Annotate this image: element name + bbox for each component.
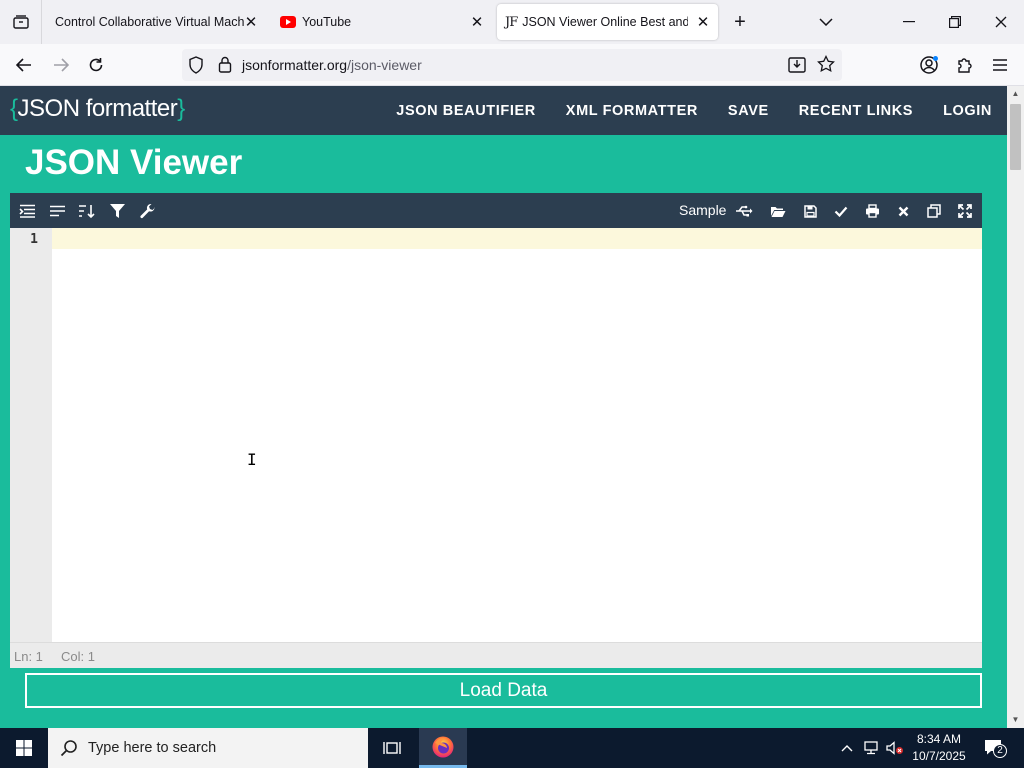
logo-close-brace: } bbox=[177, 95, 185, 122]
url-path: /json-viewer bbox=[347, 57, 422, 73]
task-view-icon bbox=[383, 742, 401, 754]
sort-icon[interactable] bbox=[76, 200, 98, 222]
scrollbar-thumb[interactable] bbox=[1010, 104, 1021, 170]
firefox-icon bbox=[432, 736, 454, 757]
site-nav: JSON BEAUTIFIER XML FORMATTER SAVE RECEN… bbox=[396, 86, 992, 135]
nav-recent-links[interactable]: RECENT LINKS bbox=[799, 103, 913, 119]
checkmark-validate-icon[interactable] bbox=[830, 200, 852, 222]
windows-logo-icon bbox=[16, 740, 32, 756]
back-arrow-icon[interactable] bbox=[11, 52, 37, 78]
url-text[interactable]: jsonformatter.org/json-viewer bbox=[242, 57, 422, 73]
lock-icon[interactable] bbox=[218, 56, 232, 78]
line-number-gutter: 1 bbox=[10, 228, 52, 642]
search-placeholder: Type here to search bbox=[88, 740, 217, 756]
system-clock[interactable]: 8:34 AM 10/7/2025 bbox=[905, 731, 973, 765]
shield-icon[interactable] bbox=[188, 56, 204, 79]
new-tab-plus-icon[interactable]: + bbox=[728, 10, 752, 34]
reload-icon[interactable] bbox=[83, 52, 109, 78]
chevron-up-icon[interactable] bbox=[838, 728, 856, 768]
browser-tab-strip: Control Collaborative Virtual Machine ✕ … bbox=[0, 0, 1024, 44]
page-title: JSON Viewer bbox=[25, 143, 243, 182]
tab-title: Control Collaborative Virtual Machine bbox=[55, 15, 245, 29]
format-indent-icon[interactable] bbox=[16, 200, 38, 222]
minimize-icon[interactable] bbox=[886, 0, 932, 44]
scroll-down-arrow-icon[interactable]: ▼ bbox=[1007, 712, 1024, 726]
tab-list-icon bbox=[12, 15, 29, 29]
url-domain: jsonformatter.org bbox=[242, 57, 348, 73]
wrench-icon[interactable] bbox=[136, 200, 158, 222]
extensions-puzzle-icon[interactable] bbox=[952, 52, 978, 78]
firefox-taskbar-app[interactable] bbox=[419, 728, 467, 768]
jsonformatter-favicon-icon: JF bbox=[505, 14, 518, 30]
task-view-button[interactable] bbox=[368, 728, 416, 768]
hamburger-menu-icon[interactable] bbox=[987, 52, 1013, 78]
tab-list-button[interactable] bbox=[0, 0, 42, 44]
tab-json-viewer-active[interactable]: JF JSON Viewer Online Best and Free ✕ bbox=[497, 4, 718, 40]
search-icon bbox=[60, 739, 78, 762]
compact-icon[interactable] bbox=[46, 200, 68, 222]
fullscreen-expand-icon[interactable] bbox=[954, 200, 976, 222]
logo-open-brace: { bbox=[10, 95, 18, 122]
windows-taskbar: Type here to search 8:34 AM 10/7/2025 2 bbox=[0, 728, 1024, 768]
url-bar[interactable]: jsonformatter.org/json-viewer bbox=[182, 49, 842, 81]
nav-xml-formatter[interactable]: XML FORMATTER bbox=[566, 103, 698, 119]
download-icon[interactable] bbox=[788, 56, 806, 78]
clear-x-icon[interactable] bbox=[892, 200, 914, 222]
filter-icon[interactable] bbox=[106, 200, 128, 222]
load-data-button[interactable]: Load Data bbox=[25, 673, 982, 708]
usb-icon[interactable] bbox=[733, 200, 755, 222]
editor-status-bar: Ln: 1 Col: 1 bbox=[10, 642, 982, 668]
site-header: {JSON formatter} JSON BEAUTIFIER XML FOR… bbox=[0, 86, 1007, 135]
youtube-favicon-icon bbox=[280, 16, 296, 28]
tab-youtube[interactable]: YouTube ✕ bbox=[270, 4, 492, 40]
close-icon[interactable]: ✕ bbox=[694, 13, 712, 31]
editor-active-line[interactable] bbox=[52, 228, 982, 249]
editor-toolbar: Sample bbox=[10, 193, 982, 228]
account-icon[interactable] bbox=[916, 52, 942, 78]
nav-save[interactable]: SAVE bbox=[728, 103, 769, 119]
line-number: 1 bbox=[30, 232, 38, 247]
chevron-down-icon[interactable] bbox=[814, 10, 838, 34]
web-page-content: {JSON formatter} JSON BEAUTIFIER XML FOR… bbox=[0, 86, 1007, 728]
tab-control-vm[interactable]: Control Collaborative Virtual Machine ✕ bbox=[44, 4, 266, 40]
sample-button[interactable]: Sample bbox=[679, 202, 726, 218]
clock-time: 8:34 AM bbox=[916, 732, 962, 746]
browser-navigation-bar: jsonformatter.org/json-viewer bbox=[0, 44, 1024, 86]
window-close-icon[interactable] bbox=[978, 0, 1024, 44]
tab-title: JSON Viewer Online Best and Free bbox=[522, 15, 689, 29]
folder-open-icon[interactable] bbox=[767, 200, 789, 222]
logo-text: JSON formatter bbox=[17, 95, 178, 122]
print-icon[interactable] bbox=[861, 200, 883, 222]
save-floppy-icon[interactable] bbox=[799, 200, 821, 222]
restore-icon[interactable] bbox=[932, 0, 978, 44]
scroll-up-arrow-icon[interactable]: ▲ bbox=[1007, 86, 1024, 100]
text-cursor-ibeam-icon: I bbox=[247, 450, 257, 469]
site-logo[interactable]: {JSON formatter} bbox=[10, 95, 185, 123]
nav-json-beautifier[interactable]: JSON BEAUTIFIER bbox=[396, 103, 536, 119]
taskbar-search-box[interactable]: Type here to search bbox=[48, 728, 368, 768]
bookmark-star-icon[interactable] bbox=[817, 54, 835, 78]
page-scrollbar[interactable]: ▲ ▼ bbox=[1007, 86, 1024, 728]
editor-text-area[interactable] bbox=[52, 249, 982, 642]
notification-center-button[interactable]: 2 bbox=[980, 728, 1008, 768]
notification-count-badge: 2 bbox=[993, 744, 1007, 758]
volume-muted-icon[interactable] bbox=[884, 728, 906, 768]
status-column: Col: 1 bbox=[61, 649, 95, 664]
clock-date: 10/7/2025 bbox=[912, 749, 966, 763]
close-icon[interactable]: ✕ bbox=[468, 13, 486, 31]
copy-icon[interactable] bbox=[923, 200, 945, 222]
close-icon[interactable]: ✕ bbox=[242, 13, 260, 31]
status-line: Ln: 1 bbox=[14, 649, 43, 664]
nav-login[interactable]: LOGIN bbox=[943, 103, 992, 119]
json-editor: Sample 1 Ln: 1 Col: 1 bbox=[10, 193, 982, 668]
forward-arrow-icon[interactable] bbox=[48, 52, 74, 78]
network-icon[interactable] bbox=[860, 728, 882, 768]
windows-start-button[interactable] bbox=[0, 728, 48, 768]
tab-title: YouTube bbox=[302, 15, 352, 29]
